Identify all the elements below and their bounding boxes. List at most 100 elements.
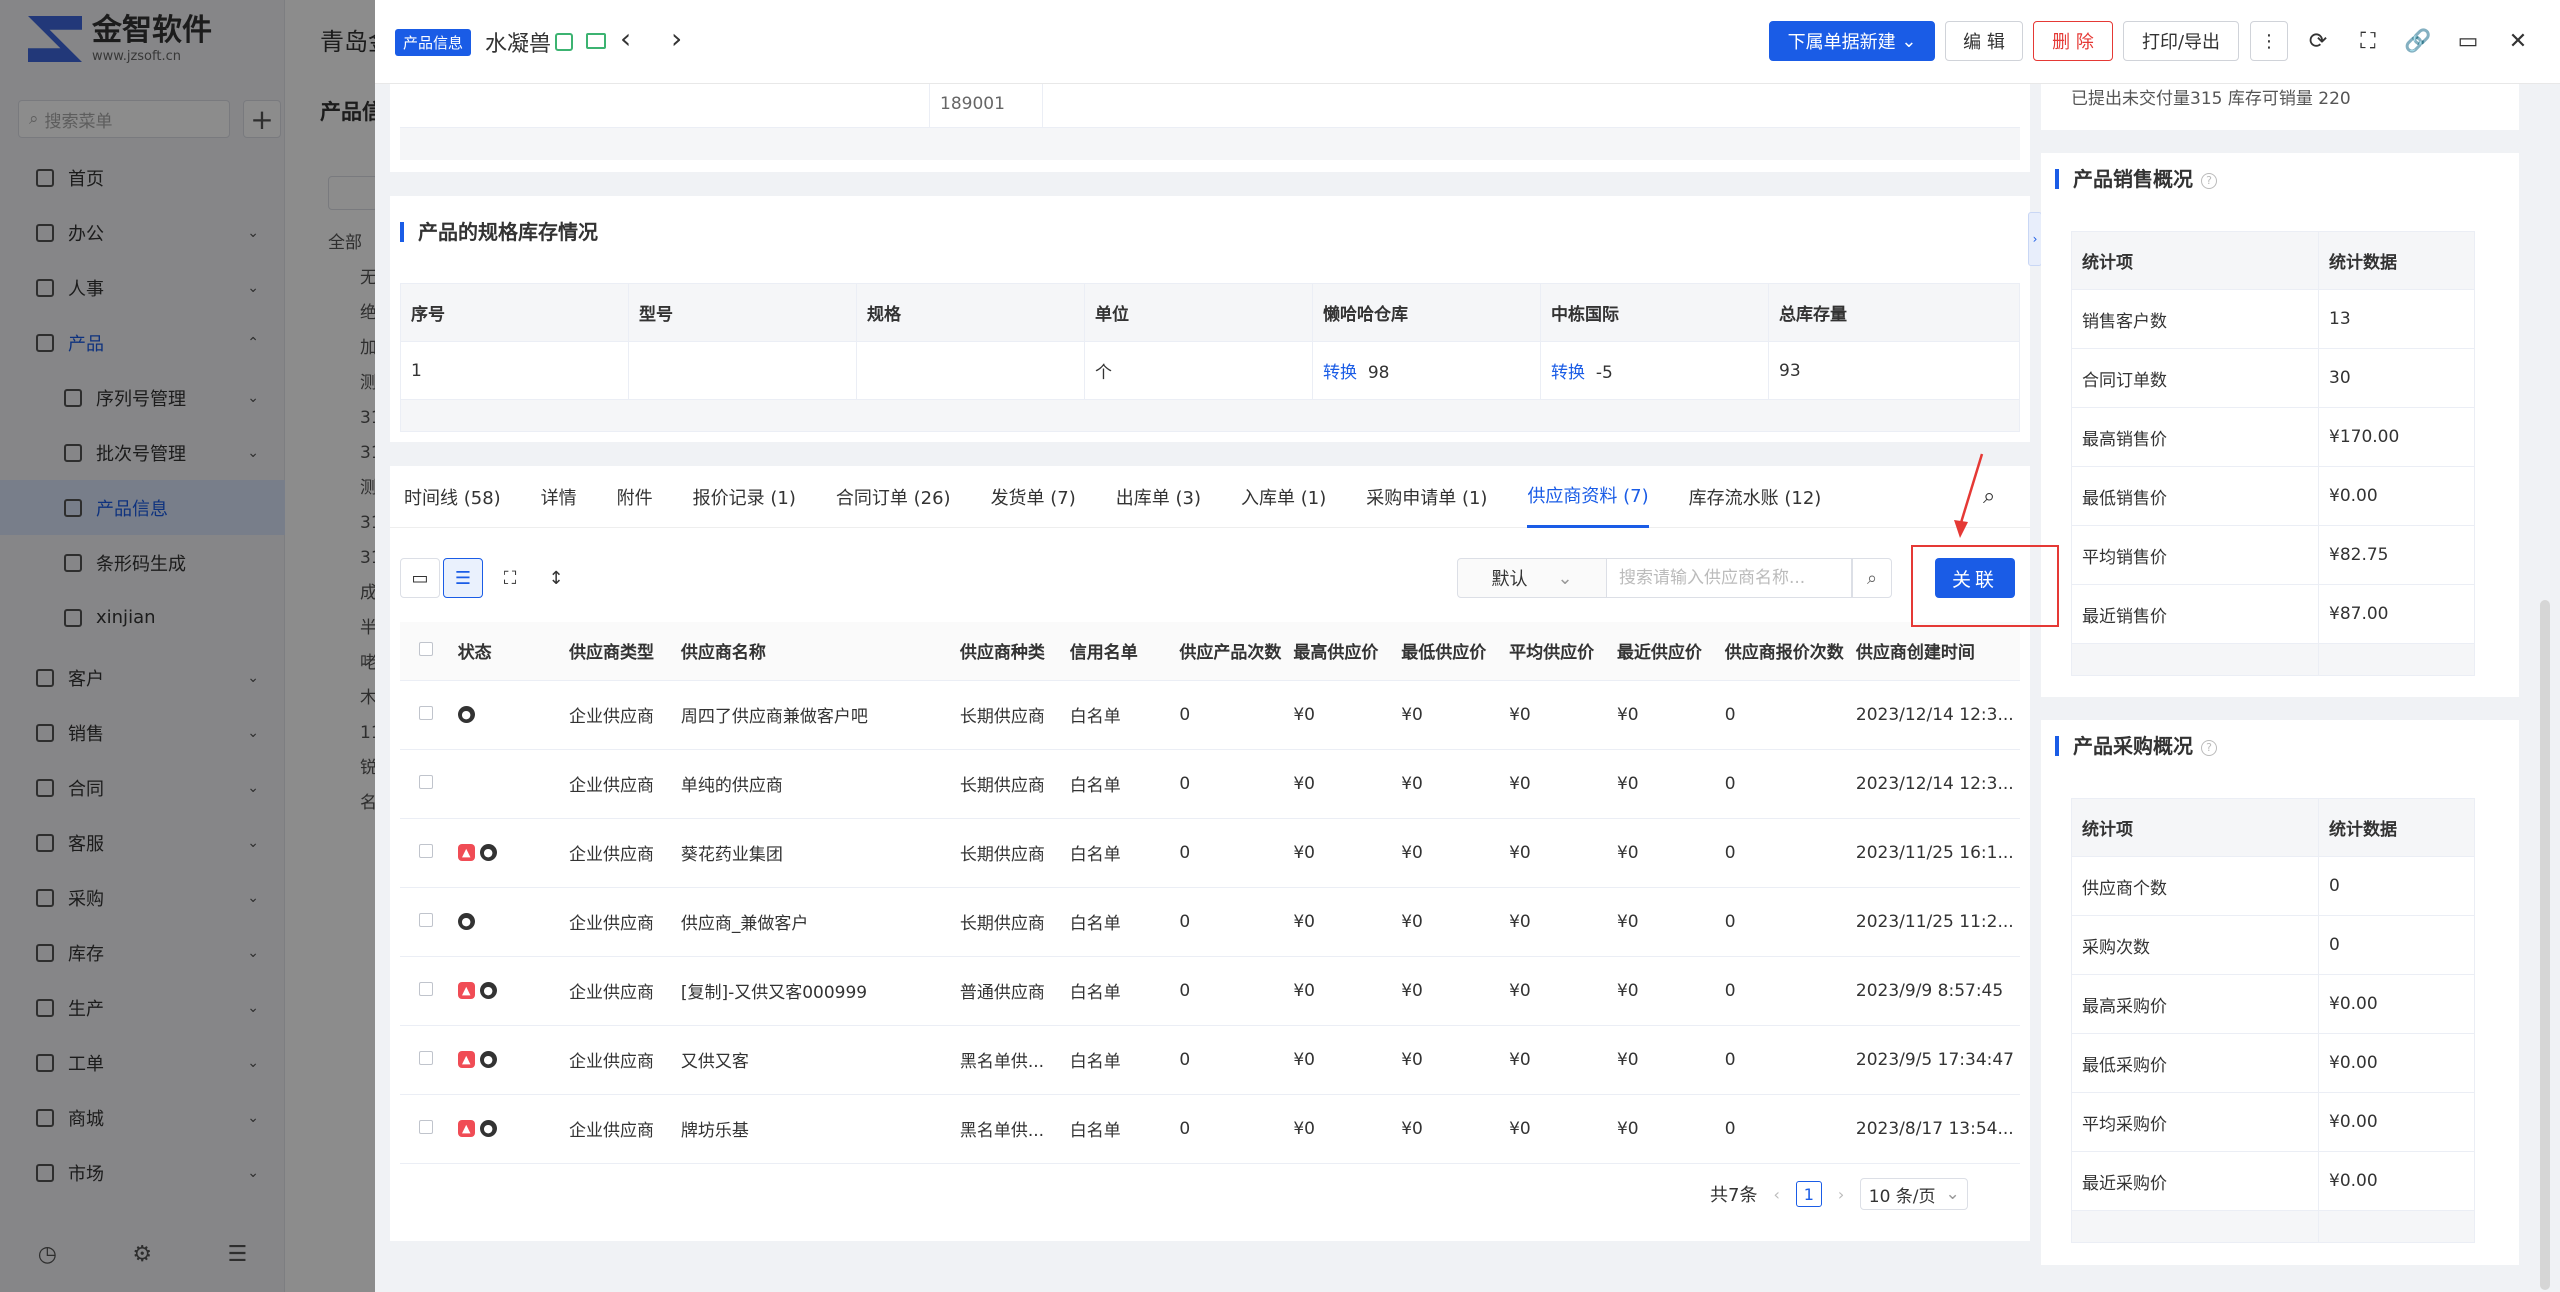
col-header: 统计项 [2071,798,2319,857]
row-checkbox[interactable] [400,956,452,1026]
page-size-select[interactable]: 10 条/页 ⌄ [1860,1178,1969,1210]
scrollbar[interactable] [2540,600,2550,1290]
help-icon[interactable]: ? [2201,172,2217,189]
warning-status-icon: ▲ [457,844,475,861]
cell-model [628,341,857,400]
table-row[interactable]: ▲ ● 企业供应商 [复制]-又供又客000999 普通供应商 白名单 0 ¥0 ¥0 ¥0 ¥0 0… [400,956,2020,1026]
dock-icon[interactable]: ▭ [2453,26,2483,56]
cell-avg: ¥0 [1503,956,1611,1026]
chevron-down-icon: ⌄ [1901,30,1917,52]
link-icon[interactable]: 🔗 [2403,26,2433,56]
stat-value: ¥0.00 [2318,1033,2475,1093]
col-header: 统计数据 [2318,798,2475,857]
tab[interactable]: 供应商资料 (7) [1527,466,1649,528]
top-partial-table-card: 189001 [390,84,2030,172]
cell-avg: ¥0 [1503,1025,1611,1095]
convert-link[interactable]: 转换 [1551,363,1585,383]
col-header: 规格 [856,283,1085,342]
card-view-icon[interactable]: ▭ [400,558,440,598]
cell-name: 又供又客 [674,1025,954,1095]
status-cell: ▲ ● [451,956,564,1026]
next-record-icon[interactable]: › [671,22,682,55]
cell-min: ¥0 [1395,680,1504,750]
table-footer [2071,643,2475,676]
cell-name: 牌坊乐基 [674,1094,954,1164]
table-row[interactable]: ● 企业供应商 周四了供应商兼做客户吧 长期供应商 白名单 0 ¥0 ¥0 ¥0 ¥0 0 2023/… [400,680,2020,750]
row-checkbox[interactable] [400,1094,452,1164]
spec-inventory-card: 产品的规格库存情况 序号 型号 规格 单位 懒哈哈仓库 中栋国际 总库存量 1 … [390,196,2030,442]
prev-page-icon[interactable]: ‹ [1773,1185,1779,1204]
tab[interactable]: 库存流水账 (12) [1689,466,1822,528]
cell-avg: ¥0 [1503,680,1611,750]
cell-unit: 个 [1084,341,1313,400]
sort-select[interactable]: 默认 ⌄ [1457,558,1607,598]
page-number[interactable]: 1 [1795,1181,1822,1207]
cell-credit: 白名单 [1063,887,1174,957]
cell-created: 2023/12/14 12:3... [1849,749,2020,819]
chevron-down-icon: ⌄ [1557,567,1573,589]
fullscreen-table-icon[interactable]: ⛶ [490,558,530,598]
tab[interactable]: 时间线 (58) [404,466,501,528]
tab[interactable]: 附件 [617,466,653,528]
cell-max: ¥0 [1287,956,1396,1026]
row-checkbox[interactable] [400,818,452,888]
cell-kind: 长期供应商 [953,887,1064,957]
purchase-overview-title: 产品采购概况? [2055,736,2217,756]
cell-last: ¥0 [1610,818,1719,888]
new-sub-document-button[interactable]: 下属单据新建 ⌄ [1769,21,1935,61]
more-options-icon[interactable]: ⋮ [2250,21,2288,61]
refresh-icon[interactable]: ⟳ [2303,26,2333,56]
convert-link[interactable]: 转换 [1323,363,1357,383]
row-checkbox[interactable] [400,887,452,957]
tab[interactable]: 详情 [541,466,577,528]
tab[interactable]: 报价记录 (1) [693,466,796,528]
edit-button[interactable]: 编 辑 [1945,21,2023,61]
tab[interactable]: 出库单 (3) [1116,466,1201,528]
tab[interactable]: 合同订单 (26) [836,466,951,528]
fullscreen-icon[interactable]: ⛶ [2353,26,2383,56]
previous-record-icon[interactable]: ‹ [620,22,631,55]
table-row[interactable]: ● 企业供应商 供应商_兼做客户 长期供应商 白名单 0 ¥0 ¥0 ¥0 ¥0 0 2023/11/… [400,887,2020,957]
tab[interactable]: 发货单 (7) [991,466,1076,528]
cell-times: 0 [1173,818,1288,888]
col-header: 状态 [451,622,564,681]
next-page-icon[interactable]: › [1838,1185,1844,1204]
row-height-icon[interactable]: ↕ [536,558,576,598]
stat-label: 最低采购价 [2071,1033,2319,1093]
cell-quotes: 0 [1718,818,1850,888]
collapse-panel-icon[interactable]: › [2028,212,2042,266]
row-checkbox[interactable] [400,1025,452,1095]
cell-kind: 长期供应商 [953,818,1064,888]
cell-credit: 白名单 [1063,818,1174,888]
supplier-table-body: ● 企业供应商 周四了供应商兼做客户吧 长期供应商 白名单 0 ¥0 ¥0 ¥0 ¥0 0 2023/… [400,680,2020,1164]
tab[interactable]: 入库单 (1) [1241,466,1326,528]
help-icon[interactable]: ? [2201,739,2217,756]
row-checkbox[interactable] [400,680,452,750]
delete-button[interactable]: 删 除 [2033,21,2113,61]
stock-value: -5 [1595,363,1613,383]
table-row[interactable]: ▲ ● 企业供应商 葵花药业集团 长期供应商 白名单 0 ¥0 ¥0 ¥0 ¥0 0 2023/11/2… [400,818,2020,888]
table-row[interactable]: ▲ ● 企业供应商 牌坊乐基 黑名单供... 白名单 0 ¥0 ¥0 ¥0 ¥0 0 2023/8/17… [400,1094,2020,1164]
drawer-header: 产品信息 水凝兽 ‹ › 下属单据新建 ⌄ 编 辑 删 除 打印/导出 ⋮ ⟳ … [375,0,2560,84]
stat-label: 最低销售价 [2071,466,2319,526]
select-all-checkbox[interactable] [400,622,452,681]
close-icon[interactable]: ✕ [2503,26,2533,56]
col-header: 供应商种类 [953,622,1064,681]
stat-value: ¥0.00 [2318,1151,2475,1211]
cell-max: ¥0 [1287,887,1396,957]
row-checkbox[interactable] [400,749,452,819]
supplier-search-input[interactable] [1607,558,1852,598]
col-header: 信用名单 [1063,622,1174,681]
warning-status-icon: ▲ [457,982,475,999]
stat-label: 销售客户数 [2071,289,2319,349]
table-row[interactable]: ▲ ● 企业供应商 又供又客 黑名单供... 白名单 0 ¥0 ¥0 ¥0 ¥0 0 2023/9/5 … [400,1025,2020,1095]
cell-credit: 白名单 [1063,749,1174,819]
col-header: 供应商名称 [674,622,954,681]
print-export-button[interactable]: 打印/导出 [2123,21,2239,61]
list-view-icon[interactable]: ☰ [443,558,483,598]
stat-label: 采购次数 [2071,915,2319,975]
cell-max: ¥0 [1287,680,1396,750]
tab[interactable]: 采购申请单 (1) [1366,466,1487,528]
search-button-icon[interactable]: ⌕ [1852,558,1892,598]
table-row[interactable]: 企业供应商 单纯的供应商 长期供应商 白名单 0 ¥0 ¥0 ¥0 ¥0 0 2023/12/14 … [400,749,2020,819]
